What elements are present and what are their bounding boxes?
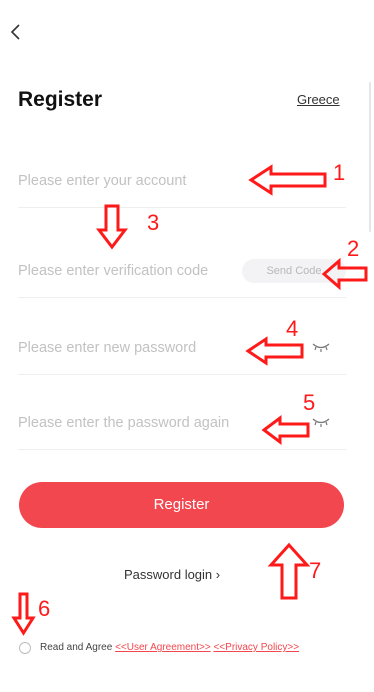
verification-code-input[interactable] bbox=[18, 253, 248, 289]
user-agreement-link[interactable]: <<User Agreement>> bbox=[115, 642, 211, 653]
code-field: Send Code bbox=[18, 245, 346, 298]
agreement-prefix: Read and Agree bbox=[40, 642, 113, 653]
back-button[interactable] bbox=[4, 18, 28, 46]
annotation-arrow-1 bbox=[248, 164, 327, 196]
annotation-arrow-6 bbox=[11, 592, 36, 636]
scroll-edge bbox=[369, 82, 371, 232]
annotation-number-6: 6 bbox=[38, 596, 51, 621]
new-password-input[interactable] bbox=[18, 330, 248, 366]
account-input[interactable] bbox=[18, 163, 248, 199]
password-login-link[interactable]: Password login › bbox=[124, 567, 220, 582]
annotation-number-3: 3 bbox=[147, 210, 160, 235]
eye-closed-icon[interactable] bbox=[312, 415, 330, 429]
register-button[interactable]: Register bbox=[19, 482, 344, 528]
annotation-number-4: 4 bbox=[286, 316, 299, 341]
agreement-text: Read and Agree <<User Agreement>> <<Priv… bbox=[40, 642, 299, 653]
annotation-arrow-2 bbox=[321, 257, 368, 291]
confirm-password-input[interactable] bbox=[18, 405, 248, 441]
page-title: Register bbox=[18, 88, 103, 111]
annotation-arrow-5 bbox=[261, 415, 310, 445]
annotation-number-5: 5 bbox=[303, 390, 316, 415]
eye-closed-icon[interactable] bbox=[312, 340, 330, 354]
privacy-policy-link[interactable]: <<Privacy Policy>> bbox=[213, 642, 299, 653]
region-link[interactable]: Greece bbox=[297, 92, 340, 107]
agree-radio[interactable] bbox=[19, 642, 31, 654]
annotation-number-7: 7 bbox=[309, 558, 322, 583]
annotation-number-2: 2 bbox=[347, 236, 360, 261]
chevron-left-icon bbox=[10, 24, 20, 40]
annotation-number-1: 1 bbox=[333, 160, 346, 185]
annotation-arrow-7 bbox=[267, 542, 311, 600]
annotation-arrow-3 bbox=[95, 204, 129, 250]
